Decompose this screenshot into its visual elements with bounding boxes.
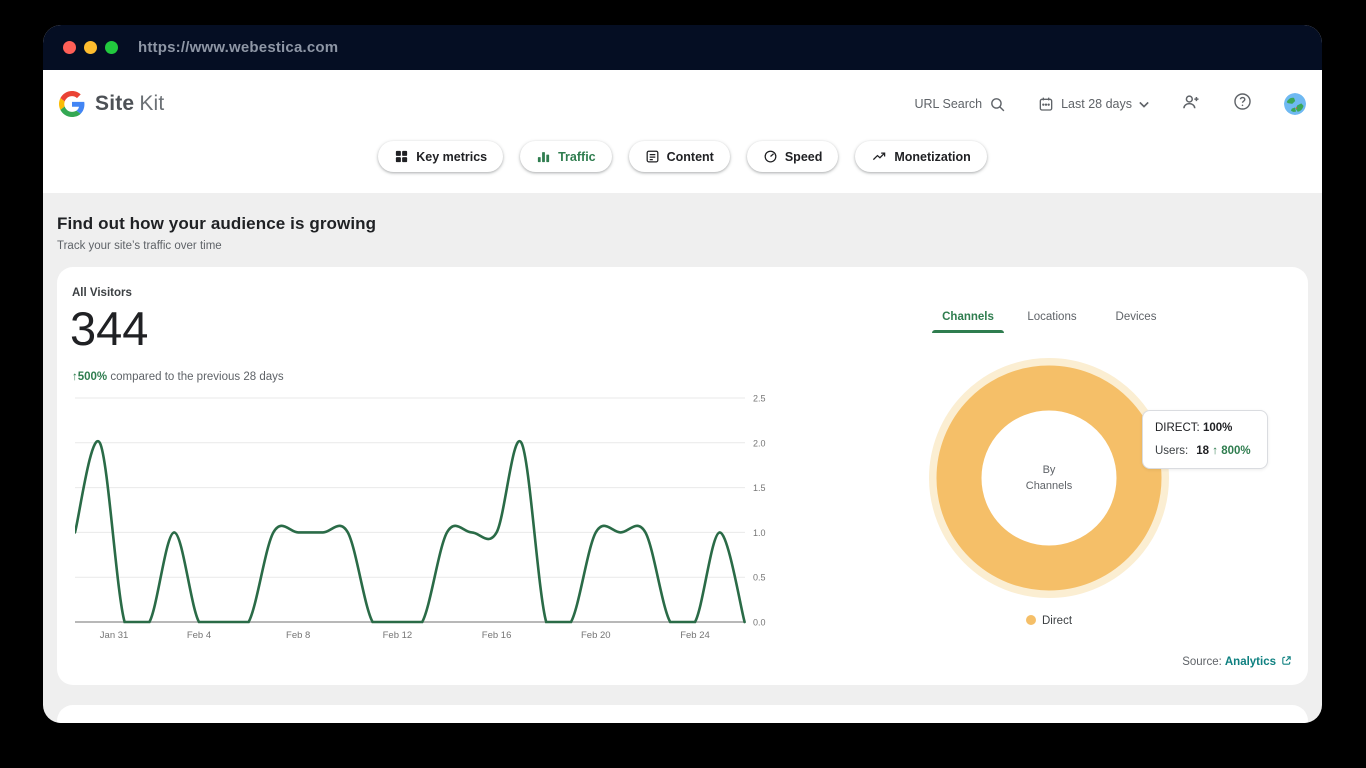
help-icon[interactable] — [1233, 92, 1252, 116]
external-link-icon — [1281, 655, 1292, 669]
chevron-down-icon — [1139, 97, 1149, 111]
svg-text:Jan 31: Jan 31 — [100, 630, 129, 641]
section-title: Find out how your audience is growing — [57, 214, 1308, 234]
section-subtitle: Track your site’s traffic over time — [57, 240, 1308, 252]
tab-locations[interactable]: Locations — [1010, 311, 1094, 333]
window-controls — [63, 41, 118, 54]
brand-kit: Kit — [139, 92, 164, 115]
svg-text:Feb 16: Feb 16 — [482, 630, 512, 641]
tab-monetization[interactable]: Monetization — [855, 141, 986, 172]
search-icon — [989, 96, 1006, 113]
minimize-window-button[interactable] — [84, 41, 97, 54]
tooltip-channel-value: 100% — [1203, 422, 1232, 434]
svg-text:Feb 8: Feb 8 — [286, 630, 310, 641]
tooltip-users-label: Users: — [1155, 445, 1188, 457]
audience-breakdown-tabs: Channels Locations Devices — [926, 311, 1178, 333]
content-icon — [645, 149, 660, 164]
tab-label: Traffic — [558, 150, 596, 164]
tab-label: Key metrics — [416, 150, 487, 164]
sitekit-logo[interactable]: SiteKit — [59, 91, 164, 117]
svg-text:0.0: 0.0 — [753, 618, 766, 628]
tab-traffic[interactable]: Traffic — [520, 141, 612, 172]
donut-center-label: By Channels — [924, 353, 1174, 603]
donut-legend: Direct — [949, 615, 1149, 627]
browser-titlebar: https://www.webestica.com — [43, 25, 1322, 70]
user-avatar[interactable] — [1284, 93, 1306, 115]
visitors-change: ↑500% compared to the previous 28 days — [72, 371, 284, 383]
close-window-button[interactable] — [63, 41, 76, 54]
calendar-icon — [1038, 96, 1054, 112]
svg-text:Feb 12: Feb 12 — [383, 630, 413, 641]
source-prefix: Source: — [1182, 656, 1222, 668]
svg-text:0.5: 0.5 — [753, 573, 766, 583]
add-user-icon[interactable] — [1181, 92, 1201, 117]
line-chart-svg: 0.0 0.5 1.0 1.5 2.0 2.5 Jan 31 Feb 4 Feb 8 Feb 12… — [75, 385, 775, 645]
bar-chart-icon — [536, 149, 551, 164]
change-text: compared to the previous 28 days — [110, 371, 283, 383]
speed-icon — [763, 149, 778, 164]
trend-icon — [871, 149, 887, 164]
tooltip-users-change: 800% — [1221, 445, 1250, 457]
google-g-icon — [59, 91, 85, 117]
tab-channels[interactable]: Channels — [926, 311, 1010, 333]
donut-tooltip: DIRECT: 100% Users: 18 ↑ 800% — [1142, 410, 1268, 469]
channels-donut-chart[interactable]: By Channels — [924, 353, 1174, 603]
maximize-window-button[interactable] — [105, 41, 118, 54]
url-search-label: URL Search — [914, 97, 982, 111]
browser-window: https://www.webestica.com SiteKit URL Se… — [43, 25, 1322, 723]
brand-site: Site — [95, 92, 134, 115]
date-range-label: Last 28 days — [1061, 97, 1132, 111]
tooltip-users-value: 18 — [1196, 445, 1209, 457]
all-visitors-value: 344 — [70, 301, 148, 356]
svg-text:Feb 24: Feb 24 — [680, 630, 710, 641]
tooltip-channel-label: DIRECT: — [1155, 422, 1200, 434]
sitekit-header: SiteKit URL Search Last 28 days — [43, 70, 1322, 138]
tab-label: Monetization — [894, 150, 970, 164]
brand-text: SiteKit — [95, 92, 164, 116]
url-search-button[interactable]: URL Search — [914, 96, 1006, 113]
source-attribution: Source: Analytics — [1182, 655, 1292, 669]
tab-content[interactable]: Content — [629, 141, 730, 172]
svg-text:2.5: 2.5 — [753, 394, 766, 404]
next-section-card — [57, 705, 1308, 723]
visitors-card: All Visitors 344 ↑500% compared to the p… — [57, 267, 1308, 685]
up-arrow-icon: ↑ — [1212, 445, 1218, 457]
svg-text:1.5: 1.5 — [753, 483, 766, 493]
audience-section-header: Find out how your audience is growing Tr… — [43, 193, 1322, 252]
legend-color-dot — [1026, 615, 1036, 625]
dashboard-nav-tabs: Key metrics Traffic Content Speed Moneti… — [43, 138, 1322, 193]
date-range-selector[interactable]: Last 28 days — [1038, 96, 1149, 112]
all-visitors-label: All Visitors — [72, 287, 132, 299]
grid-icon — [394, 149, 409, 164]
svg-text:Feb 4: Feb 4 — [187, 630, 211, 641]
svg-text:Feb 20: Feb 20 — [581, 630, 611, 641]
change-percent: 500% — [78, 371, 107, 383]
analytics-link[interactable]: Analytics — [1225, 656, 1276, 668]
tab-speed[interactable]: Speed — [747, 141, 839, 172]
tab-devices[interactable]: Devices — [1094, 311, 1178, 333]
header-actions: URL Search Last 28 days — [914, 92, 1306, 117]
svg-text:1.0: 1.0 — [753, 528, 766, 538]
legend-label: Direct — [1042, 615, 1072, 627]
tab-label: Content — [667, 150, 714, 164]
svg-text:2.0: 2.0 — [753, 438, 766, 448]
address-bar-url[interactable]: https://www.webestica.com — [138, 39, 338, 56]
tab-label: Speed — [785, 150, 823, 164]
tab-key-metrics[interactable]: Key metrics — [378, 141, 503, 172]
visitors-line-chart[interactable]: 0.0 0.5 1.0 1.5 2.0 2.5 Jan 31 Feb 4 Feb 8 Feb 12… — [75, 385, 775, 645]
